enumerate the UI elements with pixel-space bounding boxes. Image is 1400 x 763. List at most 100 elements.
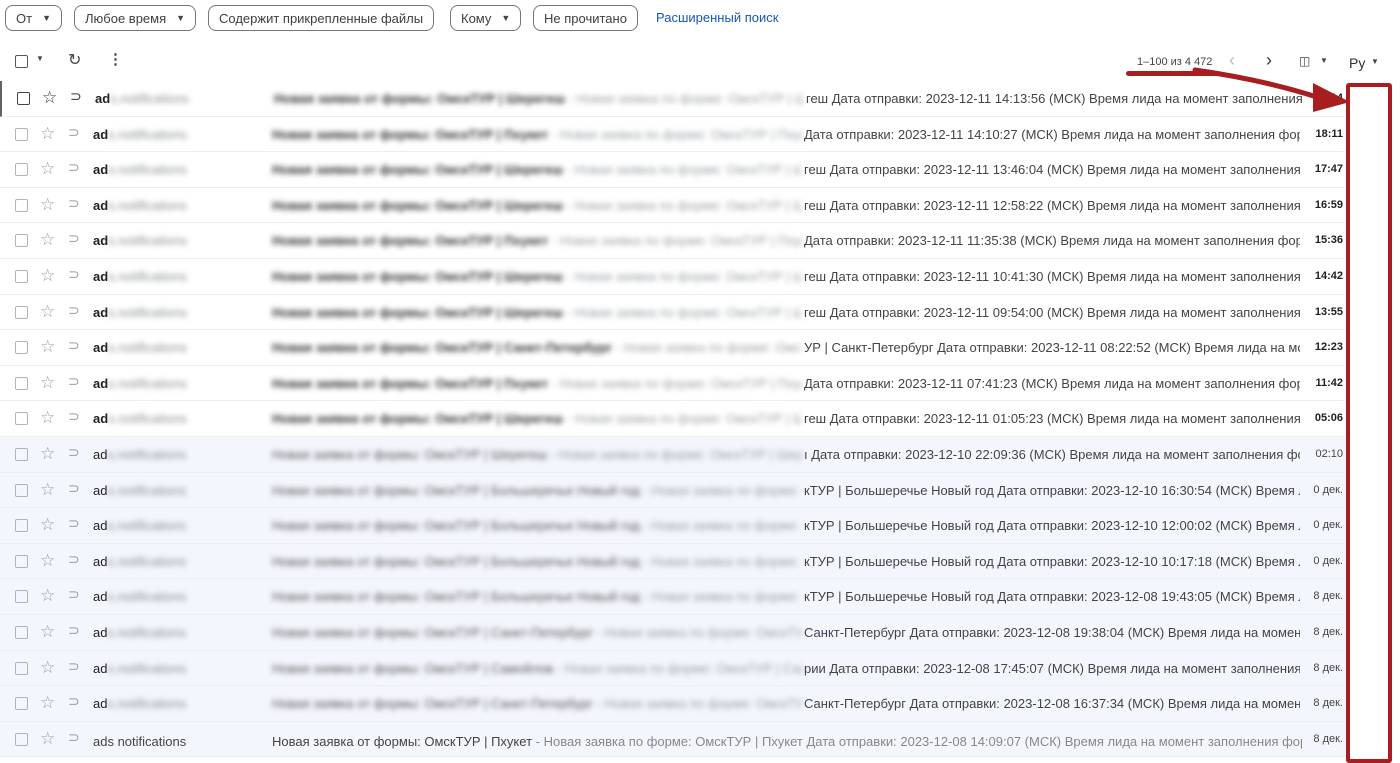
email-row[interactable]: ☆ ⊃ ads.notifications Новая заявка от формы… — [0, 615, 1345, 651]
row-checkbox[interactable] — [15, 448, 28, 461]
row-checkbox[interactable] — [15, 163, 28, 177]
sender-redacted-text: s.notifications — [107, 553, 187, 569]
row-checkbox[interactable] — [15, 412, 28, 426]
sender-name: ads.notifications — [93, 554, 186, 569]
importance-marker-icon[interactable]: ⊃ — [68, 408, 80, 425]
star-icon[interactable]: ☆ — [40, 230, 55, 250]
star-icon[interactable]: ☆ — [40, 195, 55, 215]
next-page-icon[interactable]: › — [1266, 51, 1272, 69]
email-row[interactable]: ☆ ⊃ ads.notifications Новая заявка от формы… — [0, 187, 1345, 224]
email-row[interactable]: ☆ ⊃ ads.notifications Новая заявка от формы… — [0, 259, 1345, 295]
row-checkbox[interactable] — [15, 661, 28, 675]
sender-visible-text: ad — [93, 447, 108, 462]
importance-marker-icon[interactable]: ⊃ — [68, 159, 80, 176]
email-row[interactable]: ☆ ⊃ ads.notifications Новая заявка от формы… — [0, 116, 1345, 153]
split-pane-dropdown-icon[interactable]: ▼ — [1320, 56, 1328, 65]
star-icon[interactable]: ☆ — [40, 480, 55, 500]
star-icon[interactable]: ☆ — [40, 266, 55, 286]
row-checkbox[interactable] — [15, 341, 28, 355]
importance-marker-icon[interactable]: ⊃ — [68, 373, 80, 390]
input-tools-dropdown-icon[interactable]: ▼ — [1371, 57, 1379, 66]
row-checkbox[interactable] — [15, 590, 28, 604]
row-checkbox[interactable] — [15, 305, 28, 319]
importance-marker-icon[interactable]: ⊃ — [68, 551, 80, 568]
row-checkbox[interactable] — [15, 127, 28, 141]
prev-page-icon[interactable]: ‹ — [1229, 51, 1235, 69]
email-subject: Новая заявка от формы: ОмскТУР | Большер… — [272, 483, 802, 498]
more-options-icon[interactable]: ⋮ — [108, 50, 123, 68]
email-row[interactable]: ☆ ⊃ ads.notifications Новая заявка от формы… — [0, 650, 1345, 687]
row-checkbox[interactable] — [15, 198, 28, 212]
star-icon[interactable]: ☆ — [40, 658, 55, 678]
email-row[interactable]: ☆ ⊃ ads.notifications Новая заявка от формы… — [0, 437, 1345, 473]
importance-marker-icon[interactable]: ⊃ — [70, 88, 82, 105]
star-icon[interactable]: ☆ — [40, 337, 55, 357]
refresh-icon[interactable]: ↻ — [68, 50, 81, 70]
filter-attachments-chip[interactable]: Содержит прикрепленные файлы — [208, 5, 435, 31]
sender-name: ads.notifications — [93, 233, 187, 248]
star-icon[interactable]: ☆ — [40, 444, 55, 464]
star-icon[interactable]: ☆ — [42, 88, 57, 108]
star-icon[interactable]: ☆ — [40, 408, 55, 428]
importance-marker-icon[interactable]: ⊃ — [68, 586, 80, 603]
importance-marker-icon[interactable]: ⊃ — [68, 622, 80, 639]
row-checkbox[interactable] — [15, 732, 28, 746]
select-dropdown-icon[interactable]: ▼ — [36, 54, 44, 63]
importance-marker-icon[interactable]: ⊃ — [68, 693, 80, 710]
importance-marker-icon[interactable]: ⊃ — [68, 480, 80, 497]
importance-marker-icon[interactable]: ⊃ — [68, 124, 80, 141]
importance-marker-icon[interactable]: ⊃ — [68, 444, 80, 461]
row-checkbox[interactable] — [15, 270, 28, 283]
star-icon[interactable]: ☆ — [40, 159, 55, 179]
row-checkbox[interactable] — [15, 626, 28, 639]
email-row[interactable]: ☆ ⊃ ads.notifications Новая заявка от формы… — [0, 81, 1345, 117]
row-checkbox[interactable] — [17, 92, 30, 105]
row-checkbox[interactable] — [15, 697, 28, 711]
row-checkbox[interactable] — [15, 519, 28, 533]
star-icon[interactable]: ☆ — [40, 693, 55, 713]
star-icon[interactable]: ☆ — [40, 373, 55, 393]
email-row[interactable]: ☆ ⊃ ads.notifications Новая заявка от формы… — [0, 365, 1345, 402]
email-row[interactable]: ☆ ⊃ ads.notifications Новая заявка от формы… — [0, 223, 1345, 259]
email-row[interactable]: ☆ ⊃ ads.notifications Новая заявка от формы… — [0, 686, 1345, 722]
email-row[interactable]: ☆ ⊃ ads.notifications Новая заявка от формы… — [0, 152, 1345, 188]
row-checkbox[interactable] — [15, 554, 28, 568]
email-row[interactable]: ☆ ⊃ ads notifications Новая заявка от формы… — [0, 721, 1345, 758]
star-icon[interactable]: ☆ — [40, 551, 55, 571]
select-all-checkbox[interactable] — [15, 55, 28, 71]
importance-marker-icon[interactable]: ⊃ — [68, 195, 80, 212]
star-icon[interactable]: ☆ — [40, 586, 55, 606]
importance-marker-icon[interactable]: ⊃ — [68, 337, 80, 354]
email-row[interactable]: ☆ ⊃ ads.notifications Новая заявка от формы… — [0, 294, 1345, 331]
star-icon[interactable]: ☆ — [40, 124, 55, 144]
row-checkbox[interactable] — [15, 376, 28, 390]
filter-unread-chip[interactable]: Не прочитано — [533, 5, 638, 31]
email-row[interactable]: ☆ ⊃ ads.notifications Новая заявка от формы… — [0, 579, 1345, 615]
email-row[interactable]: ☆ ⊃ ads.notifications Новая заявка от формы… — [0, 330, 1345, 366]
email-subject: Новая заявка от формы: ОмскТУР | Санкт-П… — [272, 625, 802, 640]
email-date: 0 дек. — [1313, 554, 1343, 567]
star-icon[interactable]: ☆ — [40, 729, 55, 749]
filter-from-chip[interactable]: От ▼ — [5, 5, 62, 31]
importance-marker-icon[interactable]: ⊃ — [68, 515, 80, 532]
row-checkbox[interactable] — [15, 483, 28, 497]
importance-marker-icon[interactable]: ⊃ — [68, 729, 80, 746]
importance-marker-icon[interactable]: ⊃ — [68, 658, 80, 675]
advanced-search-link[interactable]: Расширенный поиск — [656, 10, 778, 25]
row-checkbox[interactable] — [15, 234, 28, 248]
email-row[interactable]: ☆ ⊃ ads.notifications Новая заявка от формы… — [0, 508, 1345, 544]
filter-time-chip[interactable]: Любое время ▼ — [74, 5, 197, 31]
star-icon[interactable]: ☆ — [40, 302, 55, 322]
star-icon[interactable]: ☆ — [40, 515, 55, 535]
importance-marker-icon[interactable]: ⊃ — [68, 266, 80, 283]
subject-text: Новая заявка от формы: ОмскТУР | Шерегеш — [272, 197, 563, 213]
importance-marker-icon[interactable]: ⊃ — [68, 302, 80, 319]
split-pane-icon[interactable]: ◫ — [1299, 54, 1310, 68]
email-row[interactable]: ☆ ⊃ ads.notifications Новая заявка от формы… — [0, 472, 1345, 509]
filter-to-chip[interactable]: Кому ▼ — [450, 5, 522, 31]
email-row[interactable]: ☆ ⊃ ads.notifications Новая заявка от формы… — [0, 543, 1345, 580]
importance-marker-icon[interactable]: ⊃ — [68, 230, 80, 247]
sender-name: ads.notifications — [93, 589, 186, 604]
email-row[interactable]: ☆ ⊃ ads.notifications Новая заявка от формы… — [0, 401, 1345, 437]
star-icon[interactable]: ☆ — [40, 622, 55, 642]
